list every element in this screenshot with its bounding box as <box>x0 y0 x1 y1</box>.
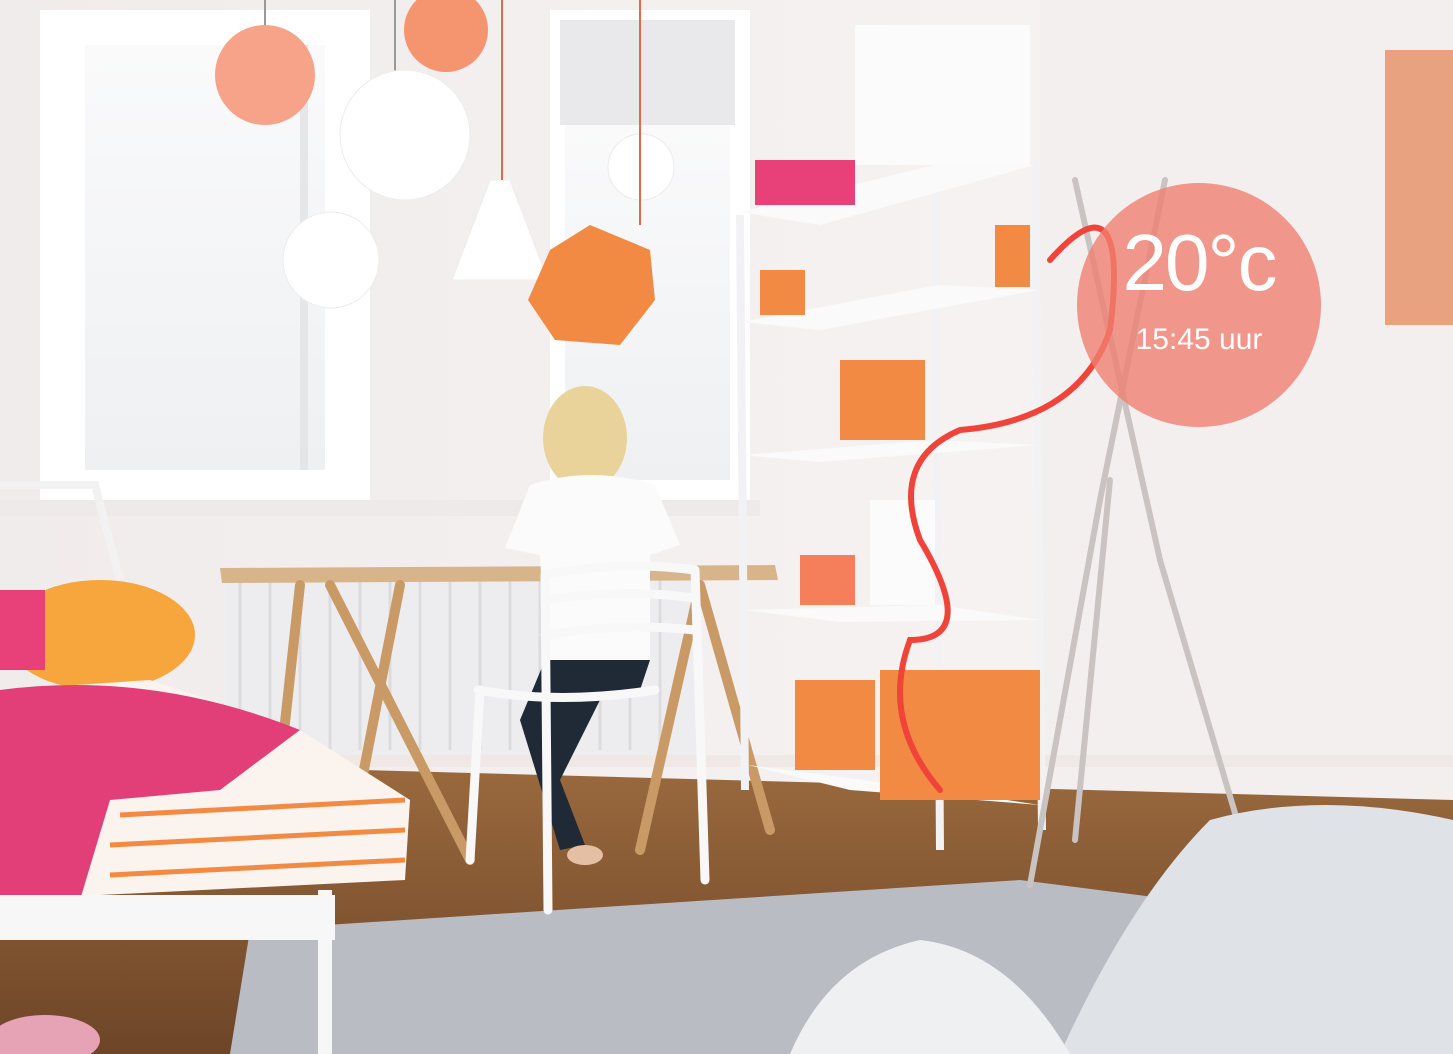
temperature-reading: 20°c <box>1122 218 1278 307</box>
wall-art <box>1385 50 1453 325</box>
photo-illustration <box>0 0 1453 1054</box>
temperature-widget: 20°c 15:45 uur <box>1077 183 1321 427</box>
time-reading: 15:45 uur <box>1135 323 1263 356</box>
bedroom-photo: 20°c 15:45 uur <box>0 0 1453 1054</box>
